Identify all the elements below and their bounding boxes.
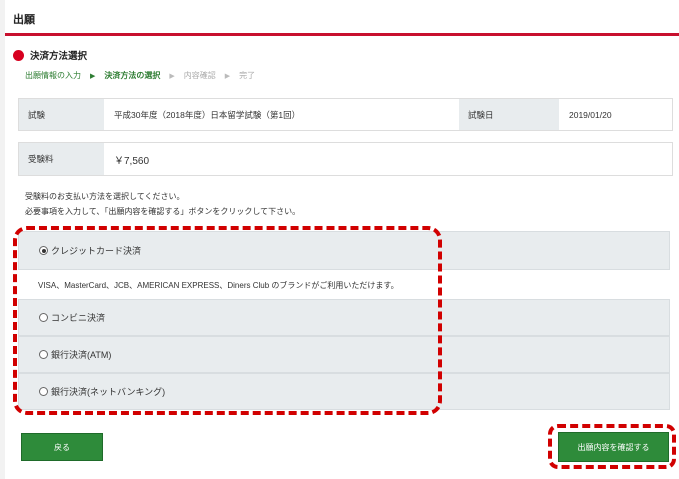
instruction-line-2: 必要事項を入力して、「出願内容を確認する」ボタンをクリックして下さい。 <box>25 207 301 216</box>
red-dot-icon <box>13 49 24 61</box>
highlight-confirm-button <box>548 424 676 469</box>
page: 出願 決済方法選択 出願情報の入力 ▶ 決済方法の選択 ▶ 内容確認 ▶ 完了 … <box>5 0 679 479</box>
step-arrow-icon: ▶ <box>169 72 175 80</box>
section-title-text: 決済方法選択 <box>30 51 88 62</box>
instructions: 受験料のお支払い方法を選択してください。 必要事項を入力して、「出願内容を確認す… <box>25 189 300 219</box>
step-confirm: 内容確認 <box>183 71 216 80</box>
page-header-title: 出願 <box>13 14 35 26</box>
step-arrow-icon: ▶ <box>90 72 96 80</box>
section-title: 決済方法選択 <box>13 48 87 62</box>
step-input-info: 出願情報の入力 <box>25 71 81 80</box>
header-bar: 出願 <box>5 0 679 36</box>
exam-info-row: 試験 平成30年度（2018年度）日本留学試験（第1回） 試験日 2019/01… <box>18 98 673 131</box>
fee-info-row: 受験料 ￥7,560 <box>18 142 673 176</box>
exam-date-label: 試験日 <box>459 99 559 130</box>
fee-label: 受験料 <box>19 143 104 175</box>
step-complete: 完了 <box>239 71 256 80</box>
fee-value: ￥7,560 <box>104 143 672 175</box>
back-button[interactable]: 戻る <box>21 433 103 461</box>
exam-value: 平成30年度（2018年度）日本留学試験（第1回） <box>104 99 459 130</box>
exam-label: 試験 <box>19 99 104 130</box>
exam-date-value: 2019/01/20 <box>559 99 672 130</box>
step-arrow-icon: ▶ <box>224 72 231 80</box>
highlight-payment-options <box>13 226 442 415</box>
progress-steps: 出願情報の入力 ▶ 決済方法の選択 ▶ 内容確認 ▶ 完了 <box>25 70 255 81</box>
step-payment-method: 決済方法の選択 <box>104 71 161 80</box>
instruction-line-1: 受験料のお支払い方法を選択してください。 <box>25 192 185 201</box>
